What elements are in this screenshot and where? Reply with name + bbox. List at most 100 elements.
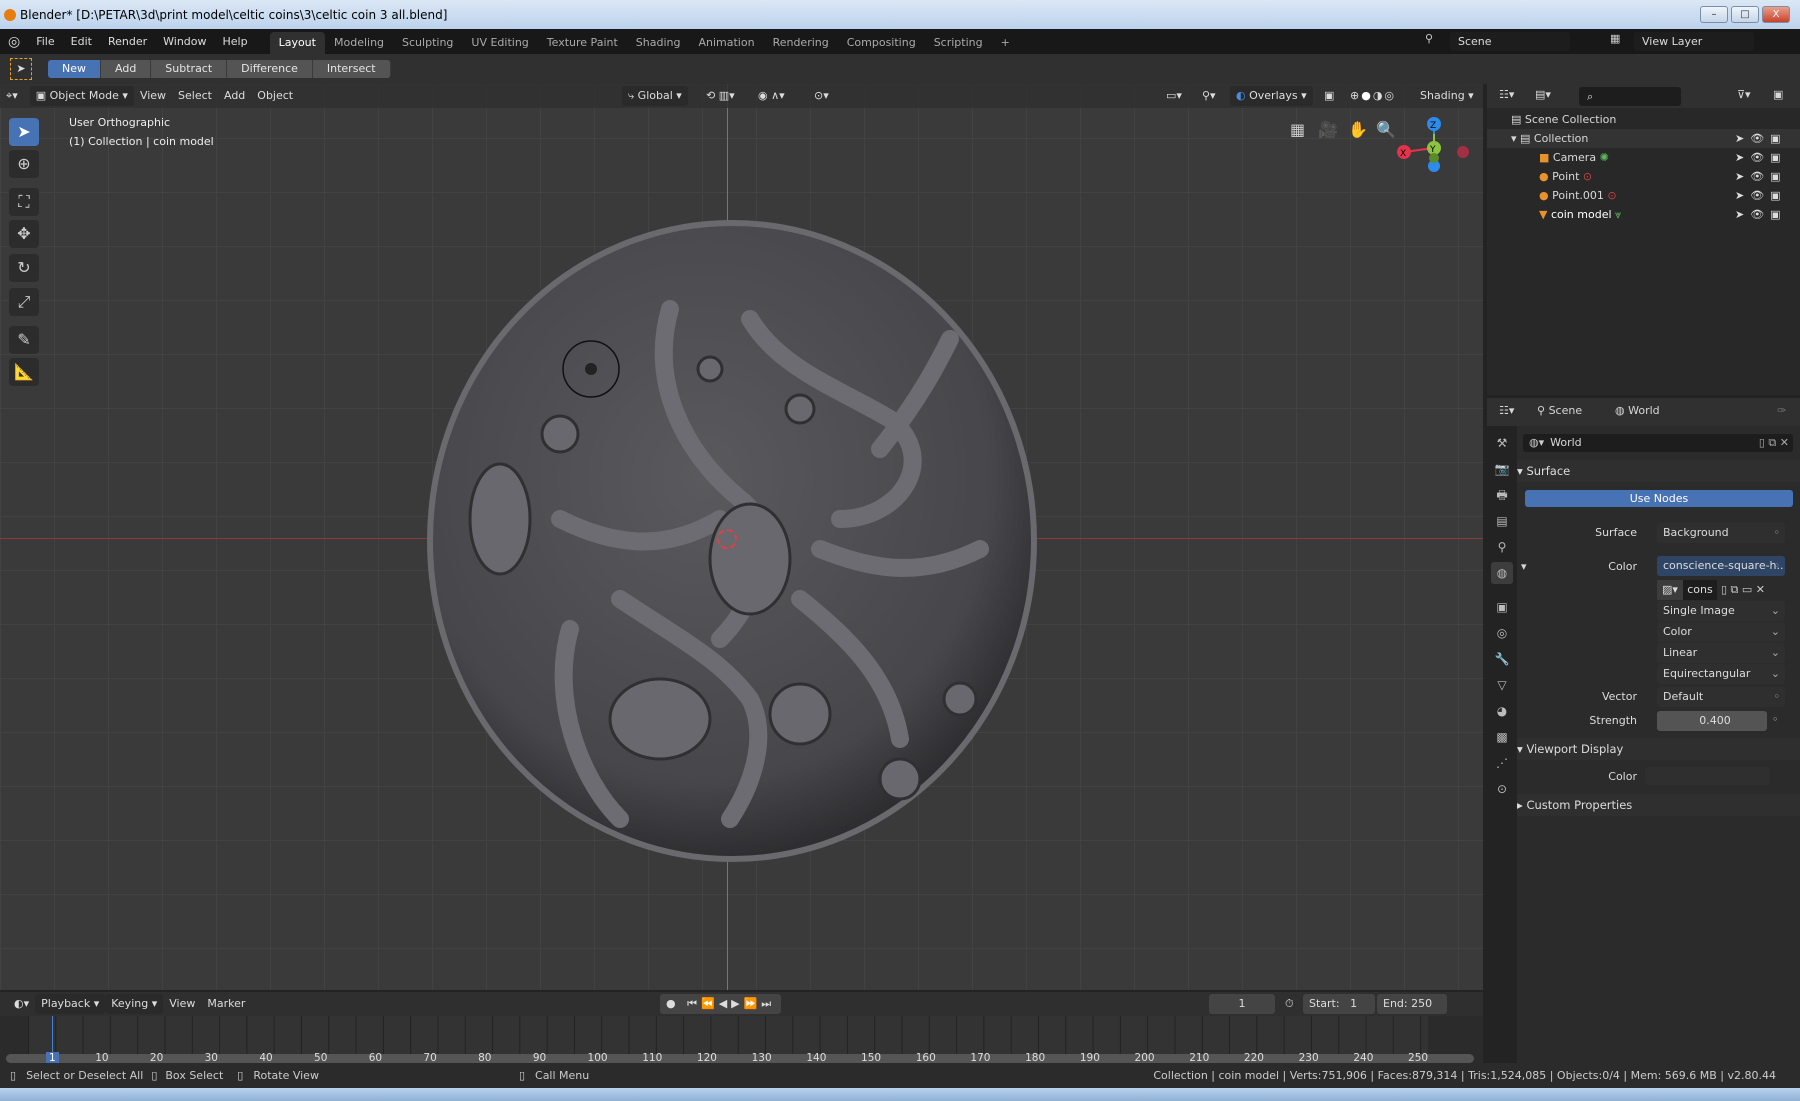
output-tab-icon[interactable]: 🖶 (1491, 484, 1513, 506)
modifier-tab-icon[interactable]: 🔧 (1491, 648, 1513, 670)
scene-breadcrumb[interactable]: ⚲ Scene (1537, 404, 1582, 417)
timeline[interactable]: ◐▾ Playback ▾ Keying ▾ View Marker ● ⏮⏪◀… (0, 992, 1483, 1064)
scene-tab-icon[interactable]: ⚲ (1491, 536, 1513, 558)
world-breadcrumb[interactable]: ◍ World (1615, 404, 1660, 417)
timeline-track-area[interactable] (28, 1016, 1428, 1054)
tab-animation[interactable]: Animation (689, 32, 763, 54)
texture-tab-icon[interactable]: ▩ (1491, 726, 1513, 748)
world-datablock-selector[interactable]: ◍▾ World ▯ ⧉ ✕ (1523, 434, 1793, 452)
world-actions-icons[interactable]: ▯ ⧉ ✕ (1759, 434, 1789, 452)
menu-window[interactable]: Window (155, 35, 214, 48)
mode-new-button[interactable]: New (48, 60, 101, 78)
display-mode-icon[interactable]: ▤▾ (1535, 88, 1551, 101)
playback-menu[interactable]: Playback ▾ (35, 994, 106, 1014)
transform-orientation-dropdown[interactable]: ⤷ Global ▾ (622, 86, 688, 106)
image-source-dropdown[interactable]: Single Image ⌄ (1657, 601, 1785, 621)
light-gizmo[interactable] (556, 334, 626, 404)
view-layer-selector[interactable]: View Layer (1634, 32, 1754, 51)
viewport-display-section-header[interactable]: ▾ Viewport Display (1517, 742, 1623, 756)
playhead[interactable] (52, 1016, 53, 1056)
use-nodes-button[interactable]: Use Nodes (1525, 490, 1793, 507)
shading-mode-icons[interactable]: ⊕●◑◎ (1344, 86, 1402, 106)
tab-layout[interactable]: Layout (269, 32, 325, 54)
tab-scripting[interactable]: Scripting (925, 32, 992, 54)
viewport-menu-add[interactable]: Add (218, 86, 251, 106)
xray-toggle-icon[interactable]: ▣ (1318, 86, 1340, 106)
viewport-menu-object[interactable]: Object (251, 86, 299, 106)
timeline-editor-icon[interactable]: ◐▾ (8, 994, 35, 1014)
image-icon[interactable]: ▨▾ (1657, 580, 1683, 600)
tab-rendering[interactable]: Rendering (764, 32, 838, 54)
tab-texture-paint[interactable]: Texture Paint (538, 32, 627, 54)
tab-shading[interactable]: Shading (627, 32, 690, 54)
view-object-types-icon[interactable]: ▭▾ (1160, 86, 1188, 106)
vector-field[interactable]: Default ◦ (1657, 687, 1785, 707)
tab-uv-editing[interactable]: UV Editing (462, 32, 537, 54)
new-collection-icon[interactable]: ▣ (1773, 88, 1783, 101)
menu-render[interactable]: Render (100, 35, 155, 48)
end-frame-field[interactable]: End: 250 (1377, 994, 1447, 1014)
color-texture-field[interactable]: conscience-square-h.. ◦ (1657, 556, 1785, 576)
viewport-menu-view[interactable]: View (134, 86, 172, 106)
move-tool-icon[interactable]: ✥ (9, 220, 39, 248)
measure-tool-icon[interactable]: 📐 (9, 358, 39, 386)
scale-tool-icon[interactable]: ⤢ (9, 288, 39, 316)
gizmo-toggle-icon[interactable]: ⚲▾ (1196, 86, 1222, 106)
blender-menu-icon[interactable]: ◎ (0, 34, 28, 50)
camera-view-icon[interactable]: 🎥 (1318, 120, 1338, 139)
menu-file[interactable]: File (28, 35, 62, 48)
scene-icon[interactable]: ⚲ (1425, 32, 1433, 45)
mode-difference-button[interactable]: Difference (227, 60, 313, 78)
navigation-gizmo[interactable]: Z X Y (1390, 112, 1480, 182)
properties-editor-icon[interactable]: ☷▾ (1499, 404, 1514, 417)
3d-cursor-icon[interactable] (717, 529, 737, 549)
expand-arrow-icon[interactable]: ▾ (1511, 132, 1520, 145)
marker-menu[interactable]: Marker (201, 994, 251, 1014)
tab-sculpting[interactable]: Sculpting (393, 32, 462, 54)
mode-intersect-button[interactable]: Intersect (312, 60, 391, 78)
current-frame-field[interactable]: 1 (1209, 994, 1275, 1014)
render-tab-icon[interactable]: 📷 (1491, 458, 1513, 480)
tab-modeling[interactable]: Modeling (325, 32, 393, 54)
mode-subtract-button[interactable]: Subtract (151, 60, 228, 78)
transform-tool-icon[interactable]: ⛶ (9, 188, 39, 216)
object-mode-dropdown[interactable]: ▣ Object Mode ▾ (29, 86, 134, 106)
proportional-edit-icon[interactable]: ◉ ∧▾ (752, 86, 791, 106)
minimize-button[interactable]: – (1700, 6, 1728, 23)
start-frame-field[interactable]: Start: 1 (1303, 994, 1375, 1014)
menu-edit[interactable]: Edit (63, 35, 100, 48)
interpolation-dropdown[interactable]: Linear ⌄ (1657, 643, 1785, 663)
stopwatch-icon[interactable]: ⏱ (1285, 997, 1294, 1011)
restriction-toggles[interactable]: ➤👁▣ ➤👁▣ ➤👁▣ ➤👁▣ ➤👁▣ (1735, 129, 1795, 224)
cursor-tool-icon[interactable]: ⊕ (9, 150, 39, 178)
keying-menu[interactable]: Keying ▾ (105, 994, 164, 1014)
filter-icon[interactable]: ⊽▾ (1737, 88, 1751, 101)
object-tab-icon[interactable]: ▣ (1491, 596, 1513, 618)
select-box-tool-icon[interactable]: ➤ (10, 58, 32, 80)
custom-properties-section-header[interactable]: ▸ Custom Properties (1517, 798, 1632, 812)
maximize-button[interactable]: □ (1731, 6, 1759, 23)
strength-slider[interactable]: 0.400 (1657, 711, 1767, 731)
outliner-search-input[interactable]: ⌕ (1579, 87, 1681, 106)
mode-add-button[interactable]: Add (101, 60, 152, 78)
color-space-dropdown[interactable]: Color ⌄ (1657, 622, 1785, 642)
select-tool-icon[interactable]: ➤ (9, 118, 39, 146)
outliner-editor-icon[interactable]: ☷▾ (1499, 88, 1514, 101)
view-layer-icon[interactable]: ▦ (1610, 32, 1620, 45)
physics-tab-icon[interactable]: ◎ (1491, 622, 1513, 644)
pin-icon[interactable]: ✑ (1777, 404, 1786, 417)
snap-icon[interactable]: ⟲ ▥▾ (700, 86, 741, 106)
projection-dropdown[interactable]: Equirectangular ⌄ (1657, 664, 1785, 684)
timeline-view-menu[interactable]: View (163, 994, 201, 1014)
pan-hand-icon[interactable]: ✋ (1348, 120, 1368, 139)
close-button[interactable]: X (1762, 6, 1790, 23)
scene-selector[interactable]: Scene (1450, 32, 1570, 51)
strength-socket-icon[interactable]: ◦ (1772, 713, 1779, 726)
outliner-scene-collection[interactable]: ▤ Scene Collection (1487, 110, 1800, 129)
editor-type-icon[interactable]: ⌖▾ (0, 86, 24, 106)
image-datablock-selector[interactable]: ▨▾ cons ▯ ⧉ ▭ ✕ (1657, 580, 1785, 600)
grid-toggle-icon[interactable]: ▦ (1290, 120, 1305, 139)
tool-tab-icon[interactable]: ⚒ (1491, 432, 1513, 454)
surface-section-header[interactable]: ▾ Surface (1517, 464, 1570, 478)
shading-dropdown[interactable]: Shading ▾ (1414, 86, 1480, 106)
